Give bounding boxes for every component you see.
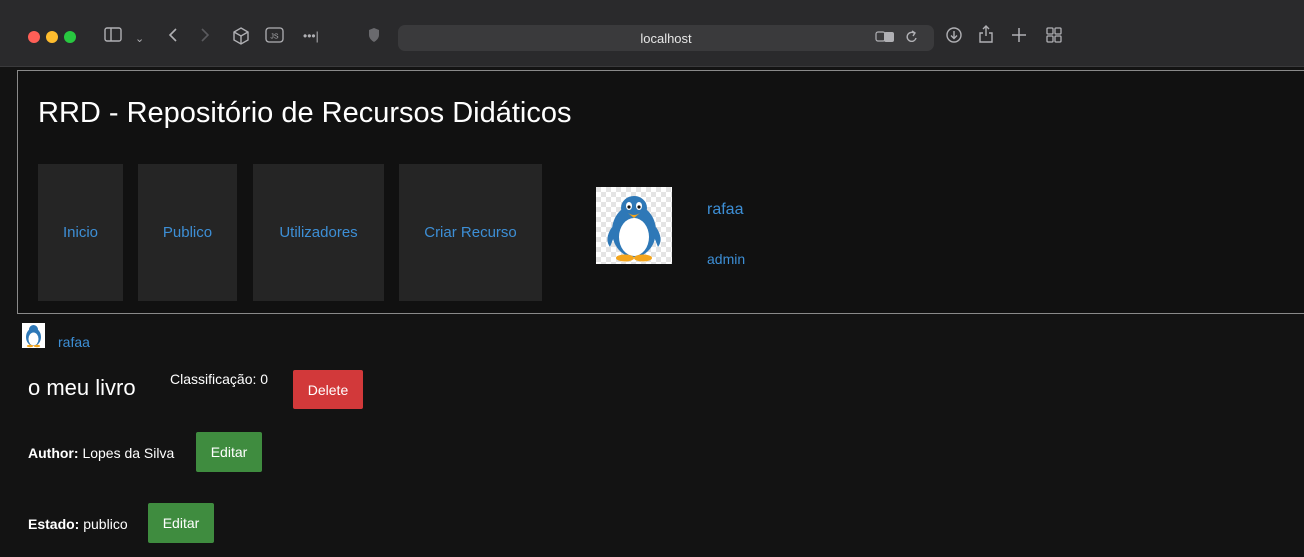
nav-link-inicio[interactable]: Inicio xyxy=(38,164,123,301)
translate-icon[interactable] xyxy=(875,29,897,48)
zoom-window-button[interactable] xyxy=(64,31,76,43)
estado-field-value: publico xyxy=(83,516,128,532)
edit-author-button[interactable]: Editar xyxy=(196,432,262,472)
chevron-left-icon[interactable] xyxy=(167,26,179,50)
shield-icon[interactable] xyxy=(367,26,381,50)
url-text: localhost xyxy=(640,31,692,46)
browser-toolbar: ⌄ JS •••| localhost xyxy=(0,0,1304,67)
author-field: Author: Lopes da Silva xyxy=(28,445,174,461)
author-field-label: Author: xyxy=(28,445,79,461)
nav-link-utilizadores[interactable]: Utilizadores xyxy=(253,164,384,301)
author-username-link[interactable]: rafaa xyxy=(58,334,90,350)
profile-role-link[interactable]: admin xyxy=(707,251,745,267)
edit-estado-button[interactable]: Editar xyxy=(148,503,214,543)
nav-link-criar-recurso[interactable]: Criar Recurso xyxy=(399,164,542,301)
page-content: RRD - Repositório de Recursos Didáticos … xyxy=(0,68,1304,557)
estado-field: Estado: publico xyxy=(28,516,128,532)
ellipsis-icon[interactable]: •••| xyxy=(303,26,319,46)
share-icon[interactable] xyxy=(978,24,994,50)
delete-button[interactable]: Delete xyxy=(293,370,363,409)
chevron-right-icon[interactable] xyxy=(199,26,211,50)
download-icon[interactable] xyxy=(945,26,963,50)
nav-link-publico[interactable]: Publico xyxy=(138,164,237,301)
sidebar-icon[interactable] xyxy=(104,26,124,50)
minimize-window-button[interactable] xyxy=(46,31,58,43)
resource-title: o meu livro xyxy=(28,375,136,400)
cube-icon[interactable] xyxy=(231,26,251,52)
profile-username-link[interactable]: rafaa xyxy=(707,201,743,219)
author-avatar[interactable] xyxy=(22,323,45,348)
js-icon[interactable]: JS xyxy=(265,26,285,50)
address-bar[interactable]: localhost xyxy=(398,25,934,51)
chevron-down-icon[interactable]: ⌄ xyxy=(135,29,144,49)
plus-icon[interactable] xyxy=(1010,26,1028,50)
close-window-button[interactable] xyxy=(28,31,40,43)
svg-text:JS: JS xyxy=(270,34,279,41)
site-header: RRD - Repositório de Recursos Didáticos … xyxy=(17,70,1304,314)
resource-rating: Classificação: 0 xyxy=(170,371,269,387)
estado-field-label: Estado: xyxy=(28,516,80,532)
profile-avatar[interactable] xyxy=(596,187,672,264)
author-field-value: Lopes da Silva xyxy=(82,445,175,461)
reload-icon[interactable] xyxy=(905,29,919,48)
site-title: RRD - Repositório de Recursos Didáticos xyxy=(38,97,572,129)
grid-icon[interactable] xyxy=(1045,26,1063,50)
